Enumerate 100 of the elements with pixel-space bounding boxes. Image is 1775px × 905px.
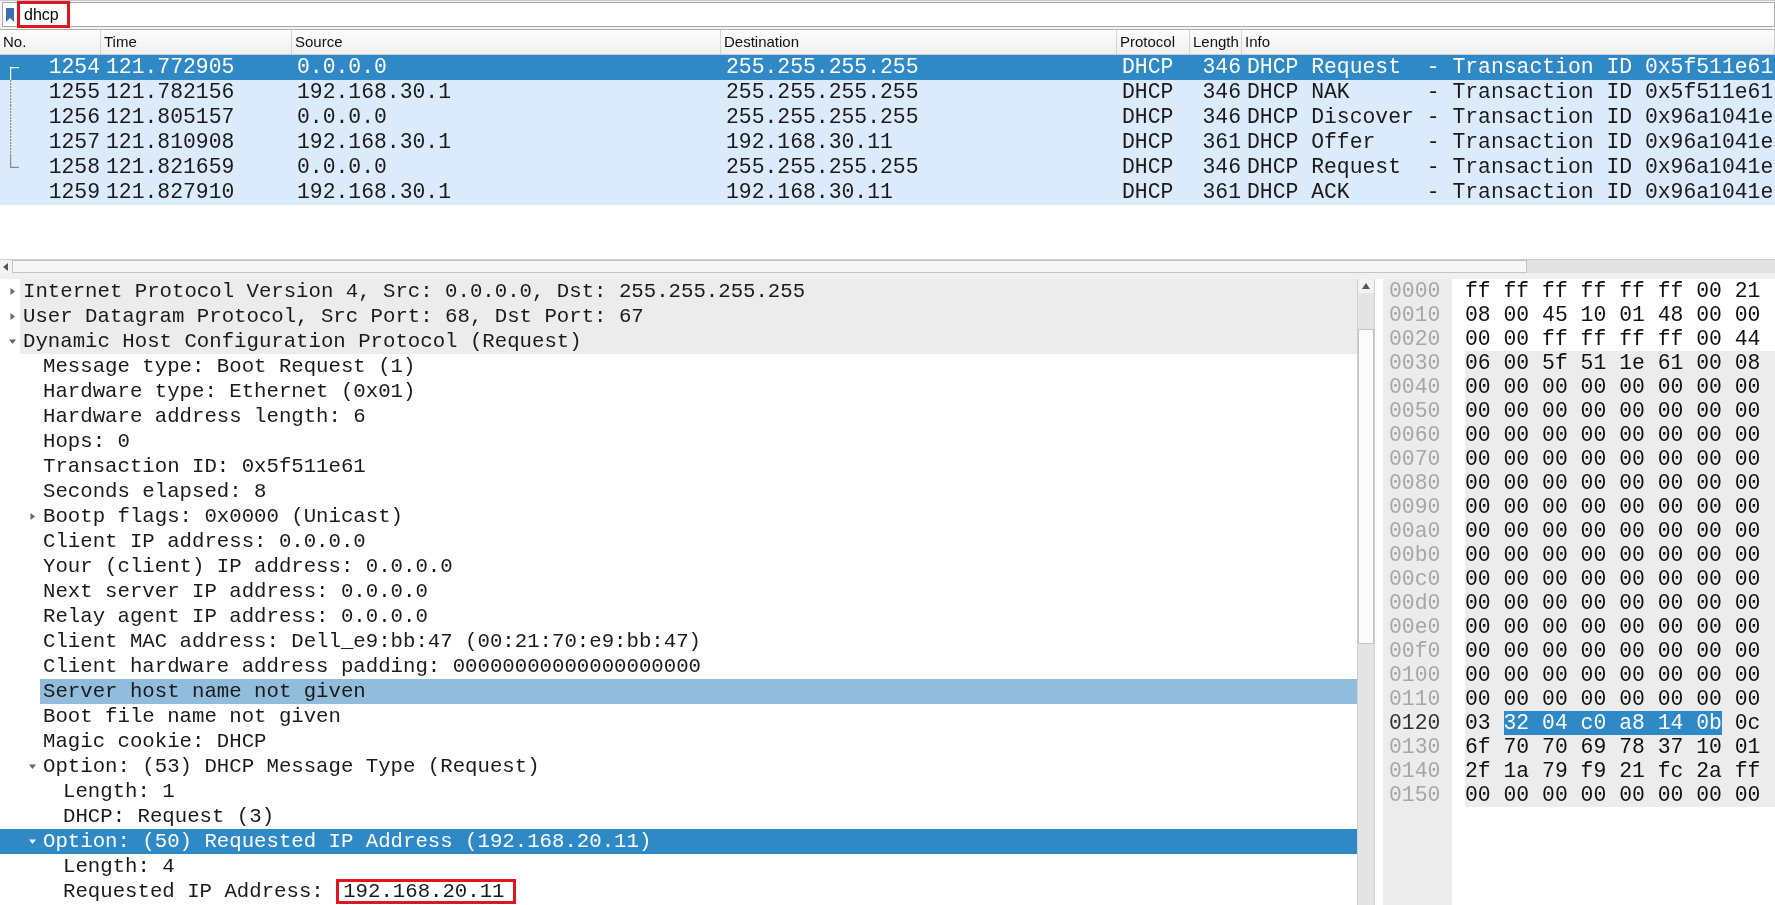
hex-byte: 08 xyxy=(1734,351,1761,375)
tree-item[interactable]: Transaction ID: 0x5f511e61 xyxy=(40,454,1357,479)
table-cell-text: 255.255.255.255 xyxy=(725,55,920,80)
table-cell-text: DHCP xyxy=(1121,155,1175,180)
hex-byte: 00 xyxy=(1503,543,1530,567)
hex-byte: 00 xyxy=(1734,591,1761,615)
tree-item[interactable]: DHCP: Request (3) xyxy=(60,804,1357,829)
tree-item[interactable]: Message type: Boot Request (1) xyxy=(40,354,1357,379)
hex-byte: 00 xyxy=(1696,447,1722,471)
column-header[interactable]: Source xyxy=(292,30,721,54)
packet-row[interactable]: 1257 121.810908 192.168.30.1 192.168.30.11 DHCP 361 DHCP Offer - Transaction ID 0x96a1041e xyxy=(0,130,1775,155)
horizontal-scrollbar[interactable] xyxy=(0,259,1775,273)
table-cell: 1256 xyxy=(48,105,101,130)
tree-item[interactable]: Your (client) IP address: 0.0.0.0 xyxy=(40,554,1357,579)
hex-byte: ff xyxy=(1580,279,1607,303)
hex-offset: 00c0 xyxy=(1388,567,1441,591)
hex-byte: 00 xyxy=(1734,543,1761,567)
hex-byte: 00 xyxy=(1580,567,1607,591)
hex-byte: 00 xyxy=(1580,783,1607,807)
hex-byte: 00 xyxy=(1657,423,1684,447)
tree-item[interactable]: Magic cookie: DHCP xyxy=(40,729,1357,754)
tree-item[interactable]: Server host name not given xyxy=(40,679,1357,704)
hex-byte: 00 xyxy=(1619,423,1645,447)
tree-item[interactable]: Seconds elapsed: 8 xyxy=(40,479,1357,504)
column-header[interactable]: Time xyxy=(101,30,292,54)
hex-byte: 00 xyxy=(1465,567,1491,591)
table-cell-text: DHCP xyxy=(1121,105,1175,130)
hex-byte: 00 xyxy=(1696,639,1722,663)
expand-arrow-icon[interactable] xyxy=(8,288,16,295)
tree-item[interactable]: Length: 4 xyxy=(60,854,1357,879)
tree-item[interactable]: Client MAC address: Dell_e9:bb:47 (00:21:70:e9:bb:47) xyxy=(40,629,1357,654)
tree-item[interactable]: Length: 1 xyxy=(60,779,1357,804)
tree-item[interactable]: Requested IP Address: 192.168.20.11 xyxy=(60,879,1357,904)
packet-row[interactable]: 1256 121.805157 0.0.0.0 255.255.255.255 DHCP 346 DHCP Discover - Transaction ID 0x96a1041e xyxy=(0,105,1775,130)
tree-item[interactable]: Hops: 0 xyxy=(40,429,1357,454)
tree-item[interactable]: Option: (53) DHCP Message Type (Request) xyxy=(40,754,1357,779)
scroll-left-icon[interactable] xyxy=(3,262,9,271)
hex-byte: 00 xyxy=(1542,543,1568,567)
vertical-scrollbar[interactable] xyxy=(1357,279,1375,905)
table-cell-text: 192.168.30.1 xyxy=(296,80,453,105)
tree-item[interactable]: Next server IP address: 0.0.0.0 xyxy=(40,579,1357,604)
packet-row[interactable]: 1254 121.772905 0.0.0.0 255.255.255.255 DHCP 346 DHCP Request - Transaction ID 0x5f511e61 xyxy=(0,55,1775,80)
hex-byte: 00 xyxy=(1657,639,1684,663)
tree-item[interactable]: Hardware type: Ethernet (0x01) xyxy=(40,379,1357,404)
tree-item[interactable]: Boot file name not given xyxy=(40,704,1357,729)
column-header[interactable]: Info xyxy=(1242,30,1775,54)
hex-byte: a8 xyxy=(1619,711,1645,735)
table-cell: 1258 xyxy=(48,155,101,180)
hex-byte: 00 xyxy=(1465,783,1491,807)
tree-item[interactable]: Dynamic Host Configuration Protocol (Request) xyxy=(20,329,1357,354)
tree-item[interactable]: Client hardware address padding: 00000000000000000000 xyxy=(40,654,1357,679)
hex-byte: 69 xyxy=(1580,735,1607,759)
table-cell-text: 121.782156 xyxy=(105,80,236,105)
hex-byte: 00 xyxy=(1465,423,1491,447)
tree-item[interactable]: Hardware address length: 6 xyxy=(40,404,1357,429)
hex-byte: 00 xyxy=(1619,399,1645,423)
column-header[interactable]: Length xyxy=(1190,30,1242,54)
hex-byte: f9 xyxy=(1580,759,1607,783)
hex-byte: 00 xyxy=(1657,543,1684,567)
tree-item[interactable]: User Datagram Protocol, Src Port: 68, Dst Port: 67 xyxy=(20,304,1357,329)
hex-byte: 00 xyxy=(1696,543,1722,567)
hex-byte: 00 xyxy=(1503,375,1530,399)
hex-byte: 00 xyxy=(1580,423,1607,447)
tree-item[interactable]: Relay agent IP address: 0.0.0.0 xyxy=(40,604,1357,629)
hex-byte: 00 xyxy=(1542,375,1568,399)
column-header[interactable]: Destination xyxy=(721,30,1117,54)
column-header[interactable]: Protocol xyxy=(1117,30,1190,54)
hex-byte: 00 xyxy=(1734,447,1761,471)
hex-byte: 48 xyxy=(1657,303,1684,327)
bookmark-icon[interactable] xyxy=(5,6,15,23)
hex-byte: 00 xyxy=(1503,663,1530,687)
hex-byte: 00 xyxy=(1580,375,1607,399)
tree-item[interactable]: Internet Protocol Version 4, Src: 0.0.0.0, Dst: 255.255.255.255 xyxy=(20,279,1357,304)
expand-arrow-icon[interactable] xyxy=(8,313,16,320)
hex-byte: 45 xyxy=(1542,303,1568,327)
scroll-up-icon[interactable] xyxy=(1362,283,1370,289)
packet-row[interactable]: 1255 121.782156 192.168.30.1 255.255.255.255 DHCP 346 DHCP NAK - Transaction ID 0x5f511e61 xyxy=(0,80,1775,105)
collapse-arrow-icon[interactable] xyxy=(8,338,16,345)
hex-byte: 5f xyxy=(1542,351,1568,375)
hex-byte: 00 xyxy=(1503,687,1530,711)
hex-byte: 00 xyxy=(1503,639,1530,663)
packet-row[interactable]: 1258 121.821659 0.0.0.0 255.255.255.255 DHCP 346 DHCP Request - Transaction ID 0x96a1041e xyxy=(0,155,1775,180)
hex-byte: ff xyxy=(1503,279,1530,303)
collapse-arrow-icon[interactable] xyxy=(28,838,36,845)
collapse-arrow-icon[interactable] xyxy=(28,763,36,770)
hex-byte: 00 xyxy=(1696,399,1722,423)
hex-byte: 00 xyxy=(1503,495,1530,519)
tree-item[interactable]: Bootp flags: 0x0000 (Unicast) xyxy=(40,504,1357,529)
hex-byte: 00 xyxy=(1734,687,1761,711)
packet-row[interactable]: 1259 121.827910 192.168.30.1 192.168.30.11 DHCP 361 DHCP ACK - Transaction ID 0x96a1041e xyxy=(0,180,1775,205)
hex-byte: 00 xyxy=(1734,639,1761,663)
table-cell-text: 346 xyxy=(1201,80,1242,105)
hex-byte: 00 xyxy=(1503,567,1530,591)
column-header[interactable]: No. xyxy=(0,30,101,54)
tree-item[interactable]: Client IP address: 0.0.0.0 xyxy=(40,529,1357,554)
hex-offset: 00d0 xyxy=(1388,591,1441,615)
filter-field[interactable]: dhcp xyxy=(2,2,1775,27)
hex-offset: 0140 xyxy=(1388,759,1441,783)
expand-arrow-icon[interactable] xyxy=(28,513,36,520)
hex-byte: 00 xyxy=(1619,375,1645,399)
